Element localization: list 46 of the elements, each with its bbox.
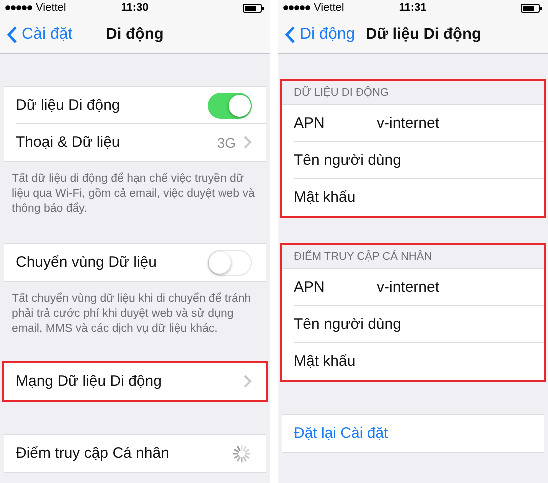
input-field[interactable]: APN v-internet: [282, 105, 544, 142]
settings-row[interactable]: Đặt lại Cài đặt: [282, 415, 544, 452]
back-button[interactable]: Cài đặt: [0, 24, 79, 44]
battery-icon: [521, 4, 543, 12]
toggle-switch[interactable]: [208, 250, 252, 276]
screen-title: Dữ liệu Di động: [366, 26, 482, 44]
chevron-icon: [244, 375, 252, 388]
carrier-name: Viettel: [314, 2, 344, 14]
settings-row[interactable]: Điểm truy cập Cá nhân: [4, 435, 266, 472]
field-label: Mật khẩu: [294, 353, 356, 370]
row-label: Điểm truy cập Cá nhân: [16, 445, 170, 462]
toggle-switch[interactable]: [208, 92, 252, 118]
row-label: Thoại & Dữ liệu: [16, 134, 120, 151]
back-chevron-icon: [7, 26, 18, 44]
spinner-icon: [232, 444, 252, 464]
field-label: Tên người dùng: [294, 152, 402, 169]
reset-link[interactable]: Đặt lại Cài đặt: [294, 425, 388, 442]
signal-icon: [5, 5, 33, 11]
row-label: Chuyển vùng Dữ liệu: [16, 254, 157, 271]
input-field[interactable]: APN v-internet: [282, 269, 544, 306]
row-value: 3G: [217, 134, 236, 150]
back-chevron-icon: [285, 26, 296, 44]
section-footnote: Tất chuyển vùng dữ liệu khi di chuyển để tránh phải trả cước phí khi duyệt web và sử dụng email, MMS và các dịch vụ dữ liệu khác.: [11, 292, 252, 337]
field-value[interactable]: v-internet: [377, 279, 440, 296]
field-label: Mật khẩu: [294, 189, 356, 206]
field-label: Tên người dùng: [294, 316, 402, 333]
field-label: APN: [294, 279, 325, 296]
field-label: APN: [294, 115, 325, 132]
input-field[interactable]: Tên người dùng: [282, 306, 544, 343]
input-field[interactable]: Mật khẩu: [282, 343, 544, 380]
input-field[interactable]: Tên người dùng: [282, 142, 544, 179]
input-field[interactable]: Mật khẩu: [282, 179, 544, 216]
chevron-icon: [244, 136, 252, 149]
row-label: Mạng Dữ liệu Di động: [16, 373, 162, 390]
signal-icon: [283, 5, 311, 11]
status-time: 11:30: [121, 2, 149, 14]
field-value[interactable]: v-internet: [377, 115, 440, 132]
screen-title: Di động: [106, 26, 164, 44]
section-footnote: Tất dữ liệu di động để hạn chế việc truyền dữ liệu qua Wi-Fi, gồm cả email, việc duyệt web và thông báo đẩy.: [11, 172, 256, 217]
settings-row[interactable]: Thoại & Dữ liệu 3G: [4, 124, 266, 161]
row-label: Dữ liệu Di động: [16, 97, 120, 114]
status-time: 11:31: [399, 2, 427, 14]
settings-row[interactable]: Mạng Dữ liệu Di động: [4, 363, 266, 400]
carrier-name: Viettel: [36, 2, 66, 14]
battery-icon: [243, 4, 265, 12]
back-button[interactable]: Di động: [278, 24, 362, 44]
